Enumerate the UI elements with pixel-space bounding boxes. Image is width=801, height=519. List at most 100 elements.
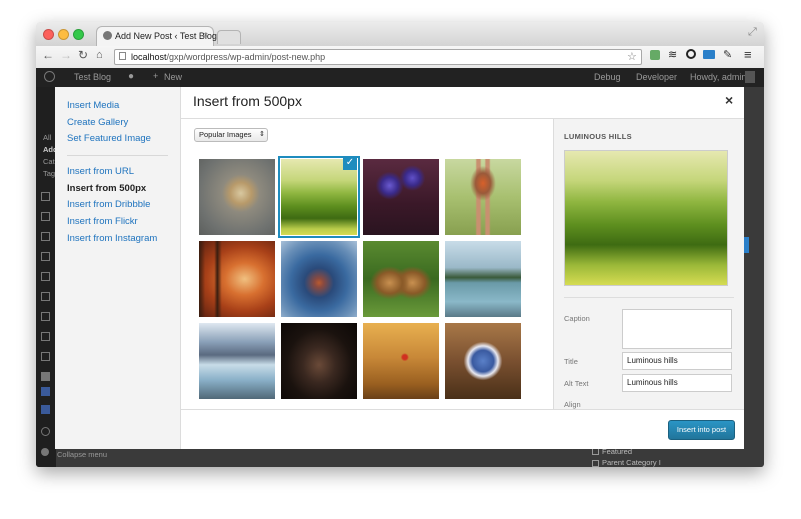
close-icon[interactable]: × bbox=[725, 92, 733, 108]
collapse-icon[interactable] bbox=[41, 448, 49, 456]
layers-icon[interactable]: ≋ bbox=[668, 48, 677, 61]
select-arrows-icon: ⇕ bbox=[259, 131, 265, 138]
photo-lake-trees[interactable] bbox=[445, 241, 521, 317]
new-content-label[interactable]: New bbox=[164, 72, 182, 82]
caption-label: Caption bbox=[564, 314, 590, 323]
reload-icon[interactable]: ↻ bbox=[78, 48, 88, 62]
media-modal: Insert Media Create Gallery Set Featured… bbox=[55, 87, 744, 449]
debug-link[interactable]: Debug bbox=[594, 72, 621, 82]
photo-autumn-forest[interactable] bbox=[199, 241, 275, 317]
menu-create-gallery[interactable]: Create Gallery bbox=[67, 117, 128, 128]
featured-checkbox[interactable] bbox=[592, 448, 599, 455]
alt-text-label: Alt Text bbox=[564, 379, 589, 388]
developer-link[interactable]: Developer bbox=[636, 72, 677, 82]
photo-ox[interactable] bbox=[281, 323, 357, 399]
site-name[interactable]: Test Blog bbox=[74, 72, 111, 82]
title-label: Title bbox=[564, 357, 578, 366]
minimize-window-button[interactable] bbox=[58, 29, 69, 40]
address-bar[interactable]: localhost/gxp/wordpress/wp-admin/post-ne… bbox=[114, 49, 642, 65]
url-host: localhost bbox=[131, 52, 167, 62]
details-divider bbox=[564, 297, 734, 298]
selected-check-icon[interactable]: ✓ bbox=[343, 156, 357, 170]
settings-icon bbox=[41, 352, 50, 361]
menu-insert-from-dribbble[interactable]: Insert from Dribbble bbox=[67, 199, 150, 210]
tab-close-icon[interactable]: × bbox=[203, 30, 208, 40]
menu-separator bbox=[67, 155, 168, 156]
menu-insert-from-flickr[interactable]: Insert from Flickr bbox=[67, 216, 138, 227]
users-icon bbox=[41, 312, 50, 321]
back-icon[interactable]: ← bbox=[42, 48, 54, 62]
close-window-button[interactable] bbox=[43, 29, 54, 40]
record-icon[interactable] bbox=[686, 49, 696, 59]
collapse-menu-link[interactable]: Collapse menu bbox=[57, 450, 107, 459]
comments-icon[interactable]: ● bbox=[128, 71, 134, 82]
media-icon bbox=[41, 192, 50, 201]
attachment-title: LUMINOUS HILLS bbox=[564, 132, 632, 141]
attachment-details: LUMINOUS HILLS Caption Title Luminous hi… bbox=[553, 119, 744, 409]
home-icon[interactable]: ⌂ bbox=[96, 49, 103, 61]
insert-into-post-button[interactable]: Insert into post bbox=[668, 420, 735, 440]
new-content-icon[interactable]: + bbox=[153, 71, 158, 81]
menu-insert-from-500px[interactable]: Insert from 500px bbox=[67, 183, 146, 194]
photo-tiger-cubs[interactable] bbox=[363, 241, 439, 317]
fullscreen-icon[interactable]: ⤢ bbox=[748, 26, 757, 39]
plugin-icon-c bbox=[41, 405, 50, 414]
menu-insert-media[interactable]: Insert Media bbox=[67, 100, 119, 111]
bookmark-star-icon[interactable]: ☆ bbox=[627, 50, 637, 63]
forward-icon[interactable]: → bbox=[60, 48, 72, 62]
menu-set-featured-image[interactable]: Set Featured Image bbox=[67, 133, 151, 144]
sidebar-label-all: All bbox=[43, 133, 52, 142]
wp-admin-bar: Test Blog ● + New Debug Developer Howdy,… bbox=[36, 68, 764, 87]
plugin-icon-a bbox=[41, 372, 50, 381]
filter-selected-value: Popular Images bbox=[199, 130, 252, 139]
modal-title: Insert from 500px bbox=[193, 93, 302, 109]
links-icon bbox=[41, 212, 50, 221]
extension-icon[interactable] bbox=[650, 50, 660, 60]
title-bar: Add New Post ‹ Test Blog × ⤢ bbox=[36, 22, 764, 46]
parent-category-checkbox[interactable] bbox=[592, 460, 599, 467]
admin-sidebar: All Add Cat Tag bbox=[36, 87, 58, 467]
title-field[interactable]: Luminous hills bbox=[622, 352, 732, 370]
attachment-preview bbox=[564, 150, 728, 286]
parent-category-label: Parent Category I bbox=[602, 458, 661, 467]
photo-city-aerial[interactable] bbox=[281, 241, 357, 317]
sidebar-label-cat: Cat bbox=[43, 157, 55, 166]
menu-icon[interactable]: ≡ bbox=[744, 47, 752, 62]
photo-luminous-hills[interactable] bbox=[278, 156, 360, 238]
image-filter-select[interactable]: Popular Images ⇕ bbox=[194, 128, 268, 142]
browser-toolbar: ← → ↻ ⌂ localhost/gxp/wordpress/wp-admin… bbox=[36, 46, 764, 69]
new-tab-button[interactable] bbox=[217, 30, 241, 44]
photo-blue-jay[interactable] bbox=[445, 323, 521, 399]
zoom-window-button[interactable] bbox=[73, 29, 84, 40]
plugin-icon-b bbox=[41, 387, 50, 396]
menu-insert-from-url[interactable]: Insert from URL bbox=[67, 166, 134, 177]
browser-window: Add New Post ‹ Test Blog × ⤢ ← → ↻ ⌂ loc… bbox=[36, 22, 764, 467]
photo-mountain-lake[interactable] bbox=[199, 323, 275, 399]
tab-title: Add New Post ‹ Test Blog bbox=[115, 31, 217, 41]
modal-toolbar: Insert into post bbox=[181, 409, 744, 449]
avatar[interactable] bbox=[745, 71, 755, 83]
tools-icon bbox=[41, 332, 50, 341]
wordpress-logo-icon[interactable] bbox=[44, 71, 55, 82]
photo-purple-flowers[interactable] bbox=[363, 159, 439, 235]
appearance-icon bbox=[41, 272, 50, 281]
howdy-link[interactable]: Howdy, admin bbox=[690, 72, 746, 82]
caption-field[interactable] bbox=[622, 309, 732, 349]
photo-ladybug-field[interactable] bbox=[363, 323, 439, 399]
plugins-icon bbox=[41, 292, 50, 301]
url-path: /gxp/wordpress/wp-admin/post-new.php bbox=[166, 52, 326, 62]
wrench-icon[interactable]: ✎ bbox=[723, 48, 732, 61]
wordpress-favicon-icon bbox=[103, 31, 112, 40]
alt-text-field[interactable]: Luminous hills bbox=[622, 374, 732, 392]
photo-owl[interactable] bbox=[199, 159, 275, 235]
sidebar-label-tag: Tag bbox=[43, 169, 56, 178]
browser-tab[interactable]: Add New Post ‹ Test Blog × bbox=[96, 26, 217, 46]
media-menu: Insert Media Create Gallery Set Featured… bbox=[55, 87, 181, 449]
comments-menu-icon bbox=[41, 252, 50, 261]
menu-insert-from-instagram[interactable]: Insert from Instagram bbox=[67, 233, 157, 244]
page-icon bbox=[119, 52, 126, 60]
screen-icon[interactable] bbox=[703, 50, 715, 59]
photo-robin[interactable] bbox=[445, 159, 521, 235]
pages-icon bbox=[41, 232, 50, 241]
background-blue-tab bbox=[744, 237, 749, 253]
